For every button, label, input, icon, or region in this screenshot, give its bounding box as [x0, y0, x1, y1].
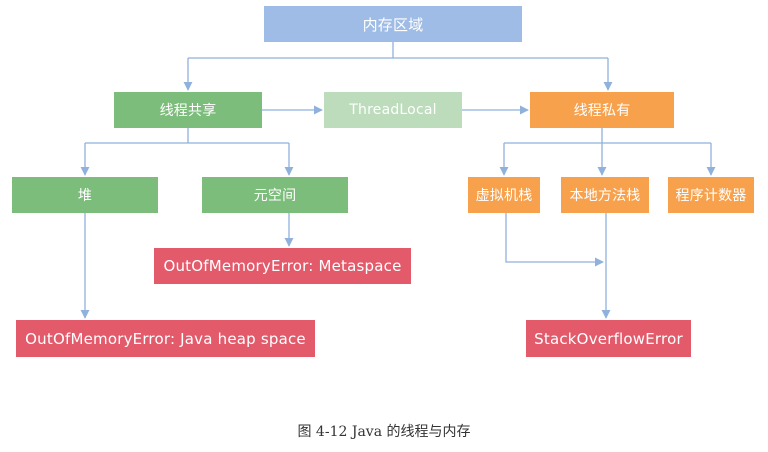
node-native-method-stack: 本地方法栈: [561, 177, 649, 213]
node-oom-metaspace: OutOfMemoryError: Metaspace: [154, 248, 411, 284]
memory-diagram: 内存区域 线程共享 ThreadLocal 线程私有 堆 元空间 虚拟机栈 本地…: [0, 0, 768, 452]
edge-vmstack-to-merge: [505, 213, 604, 267]
node-stack-overflow: StackOverflowError: [526, 320, 691, 357]
connector-lines: [80, 42, 716, 319]
figure-caption: 图 4-12 Java 的线程与内存: [297, 424, 471, 440]
node-memory-area: 内存区域: [264, 6, 522, 42]
node-program-counter: 程序计数器: [668, 177, 754, 213]
node-heap: 堆: [12, 177, 158, 213]
node-metaspace: 元空间: [202, 177, 348, 213]
node-oom-heap: OutOfMemoryError: Java heap space: [16, 320, 315, 357]
node-thread-private: 线程私有: [530, 92, 674, 128]
node-thread-local: ThreadLocal: [324, 92, 462, 128]
node-vm-stack: 虚拟机栈: [468, 177, 540, 213]
node-thread-shared: 线程共享: [114, 92, 262, 128]
